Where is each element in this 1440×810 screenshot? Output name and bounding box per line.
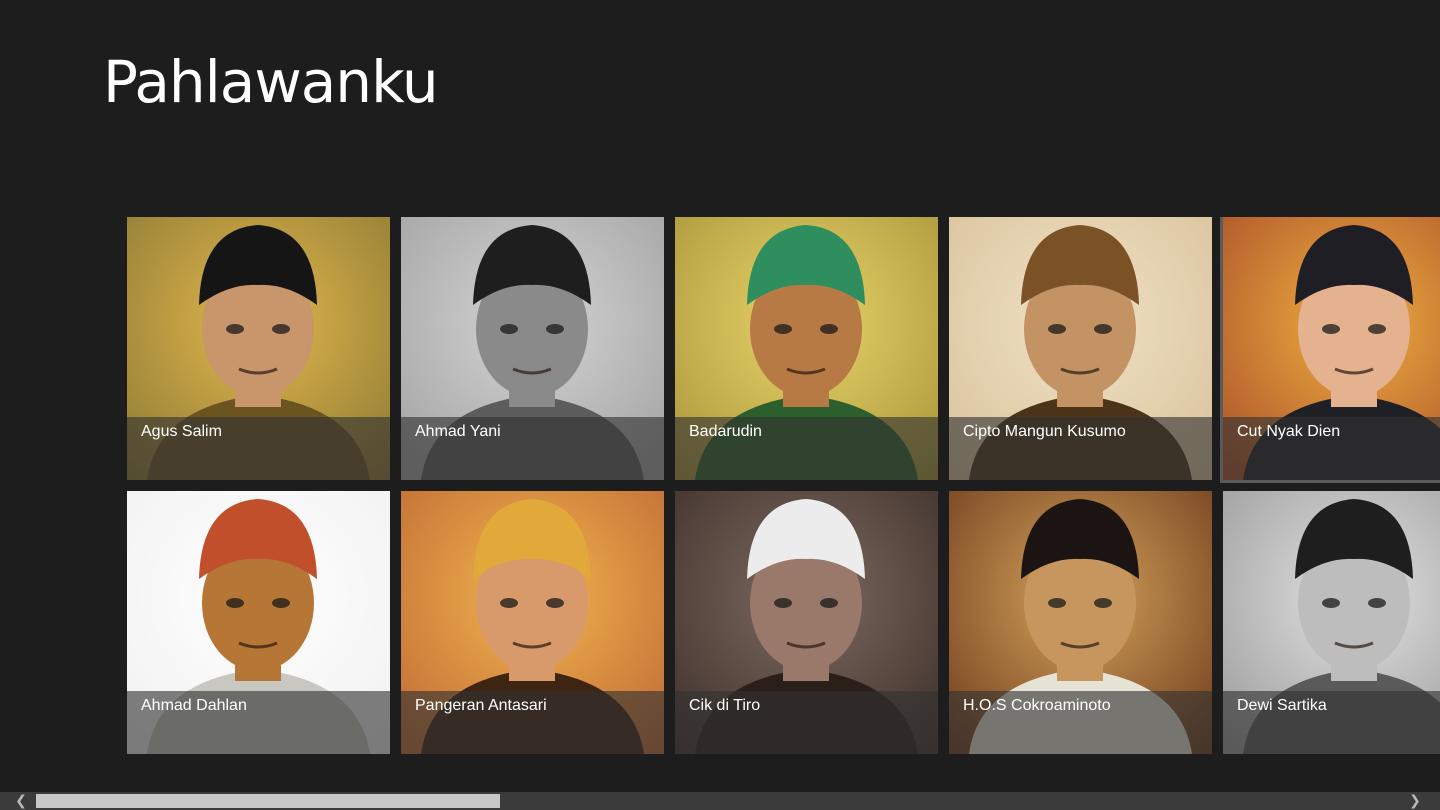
hero-tile[interactable]: Ahmad Dahlan (127, 491, 390, 754)
chevron-left-icon[interactable]: ❮ (12, 792, 30, 810)
hero-name: Pangeran Antasari (415, 697, 547, 714)
hero-caption: Pangeran Antasari (401, 691, 664, 754)
hero-tile[interactable]: H.O.S Cokroaminoto (949, 491, 1212, 754)
hero-caption: Ahmad Yani (401, 417, 664, 480)
hero-caption: Cik di Tiro (675, 691, 938, 754)
hero-caption: H.O.S Cokroaminoto (949, 691, 1212, 754)
hero-name: Cut Nyak Dien (1237, 423, 1341, 440)
hero-caption: Agus Salim (127, 417, 390, 480)
hero-name: Cik di Tiro (689, 697, 761, 714)
hero-tile[interactable]: Cipto Mangun Kusumo (949, 217, 1212, 480)
horizontal-scrollbar[interactable]: ❮ ❯ (0, 792, 1440, 810)
hero-caption: Badarudin (675, 417, 938, 480)
hero-name: Ahmad Dahlan (141, 697, 247, 714)
hero-tile[interactable]: Badarudin (675, 217, 938, 480)
hero-name: H.O.S Cokroaminoto (963, 697, 1111, 714)
hero-tile[interactable]: Agus Salim (127, 217, 390, 480)
hero-name: Cipto Mangun Kusumo (963, 423, 1126, 440)
heroes-grid: Agus Salim Ahmad Yani Badarudin Cipto Mangu… (127, 217, 1440, 757)
app-title: Pahlawanku (103, 48, 439, 116)
hero-caption: Ahmad Dahlan (127, 691, 390, 754)
hero-tile[interactable]: Dewi Sartika (1223, 491, 1440, 754)
hero-caption: Dewi Sartika (1223, 691, 1440, 754)
chevron-right-icon[interactable]: ❯ (1406, 792, 1424, 810)
hero-caption: Cipto Mangun Kusumo (949, 417, 1212, 480)
hero-name: Dewi Sartika (1237, 697, 1327, 714)
hero-caption: Cut Nyak Dien (1223, 417, 1440, 480)
hero-tile[interactable]: Cik di Tiro (675, 491, 938, 754)
hero-name: Ahmad Yani (415, 423, 501, 440)
hero-name: Agus Salim (141, 423, 222, 440)
hero-tile[interactable]: Cut Nyak Dien (1220, 217, 1440, 483)
hero-name: Badarudin (689, 423, 762, 440)
hero-tile[interactable]: Ahmad Yani (401, 217, 664, 480)
hero-tile[interactable]: Pangeran Antasari (401, 491, 664, 754)
scrollbar-thumb[interactable] (36, 794, 500, 808)
